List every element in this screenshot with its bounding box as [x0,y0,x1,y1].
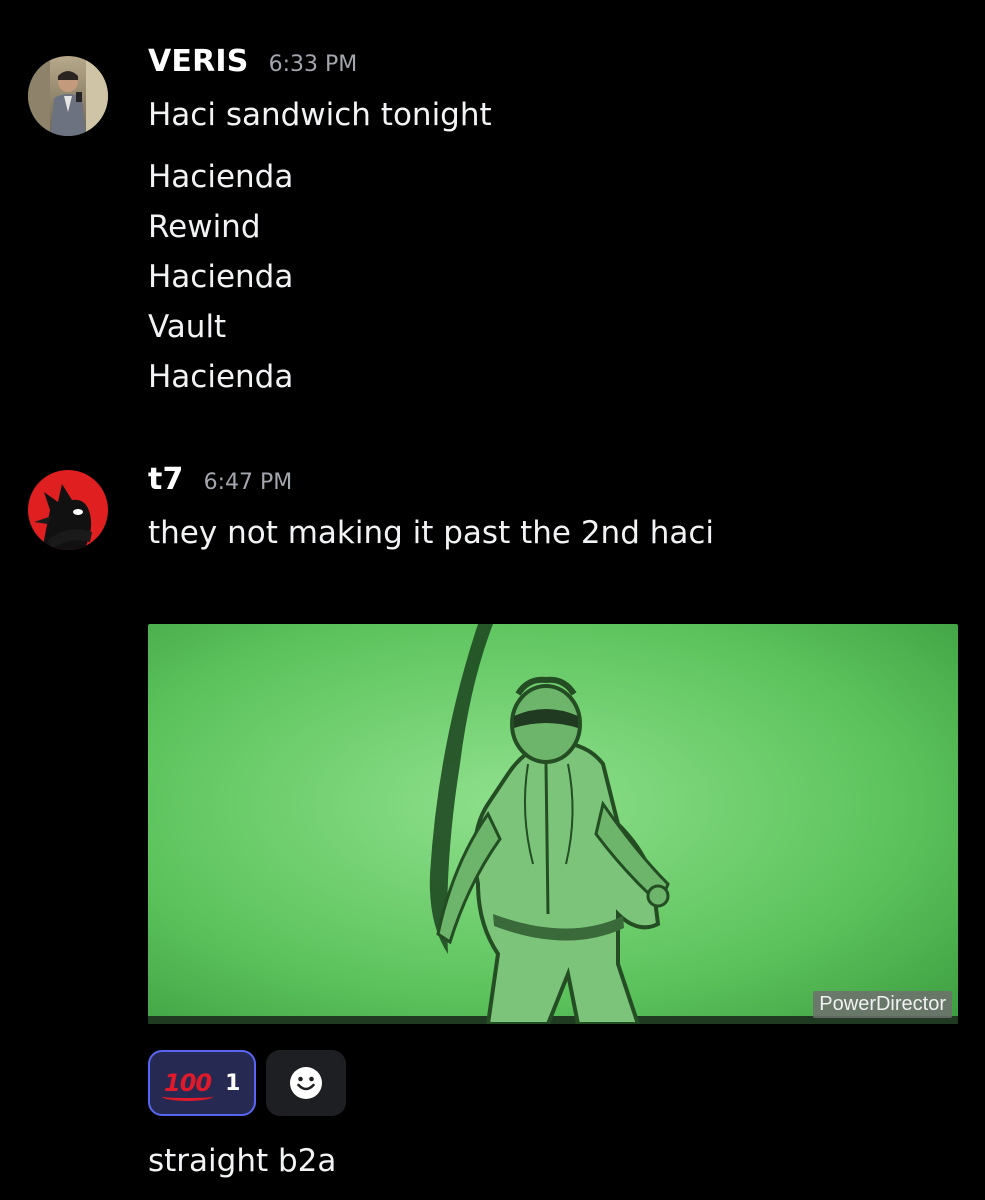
reaction-hundred[interactable]: 100 1 [148,1050,257,1116]
message-content: VERIS 6:33 PM Haci sandwich tonight Haci… [148,44,965,402]
message-line: straight b2a [148,1143,337,1179]
watermark-label: PowerDirector [813,991,952,1018]
message-line: Haci sandwich tonight [148,97,492,133]
reaction-count: 1 [225,1070,241,1096]
message-content: t7 6:47 PM they not making it past the 2… [148,462,965,558]
video-attachment[interactable]: PowerDirector [148,624,958,1024]
video-frame-image [148,624,958,1024]
avatar-t7[interactable] [28,470,108,550]
message-line: Hacienda [148,259,294,295]
message-line: they not making it past the 2nd haci [148,515,715,551]
message-line: Vault [148,309,227,345]
timestamp: 6:47 PM [203,470,293,495]
username[interactable]: VERIS [148,44,249,79]
message-line: Hacienda [148,359,294,395]
smiley-icon [290,1067,323,1099]
reactions-bar: 100 1 [148,1050,347,1116]
message-text: they not making it past the 2nd haci [148,508,965,558]
hundred-points-icon: 100 [161,1069,214,1101]
message-veris: VERIS 6:33 PM Haci sandwich tonight Haci… [0,40,985,460]
message-t7: t7 6:47 PM they not making it past the 2… [0,460,985,1200]
avatar-veris[interactable] [28,56,108,136]
timestamp: 6:33 PM [268,52,358,77]
add-reaction-button[interactable] [266,1050,347,1116]
message-line: Rewind [148,209,261,245]
message-line: Hacienda [148,159,294,195]
message-header: VERIS 6:33 PM [148,44,965,84]
message-header: t7 6:47 PM [148,462,965,502]
message-text: Haci sandwich tonight [148,90,965,140]
username[interactable]: t7 [148,462,184,497]
message-text-block: Hacienda Rewind Hacienda Vault Hacienda [148,152,965,402]
